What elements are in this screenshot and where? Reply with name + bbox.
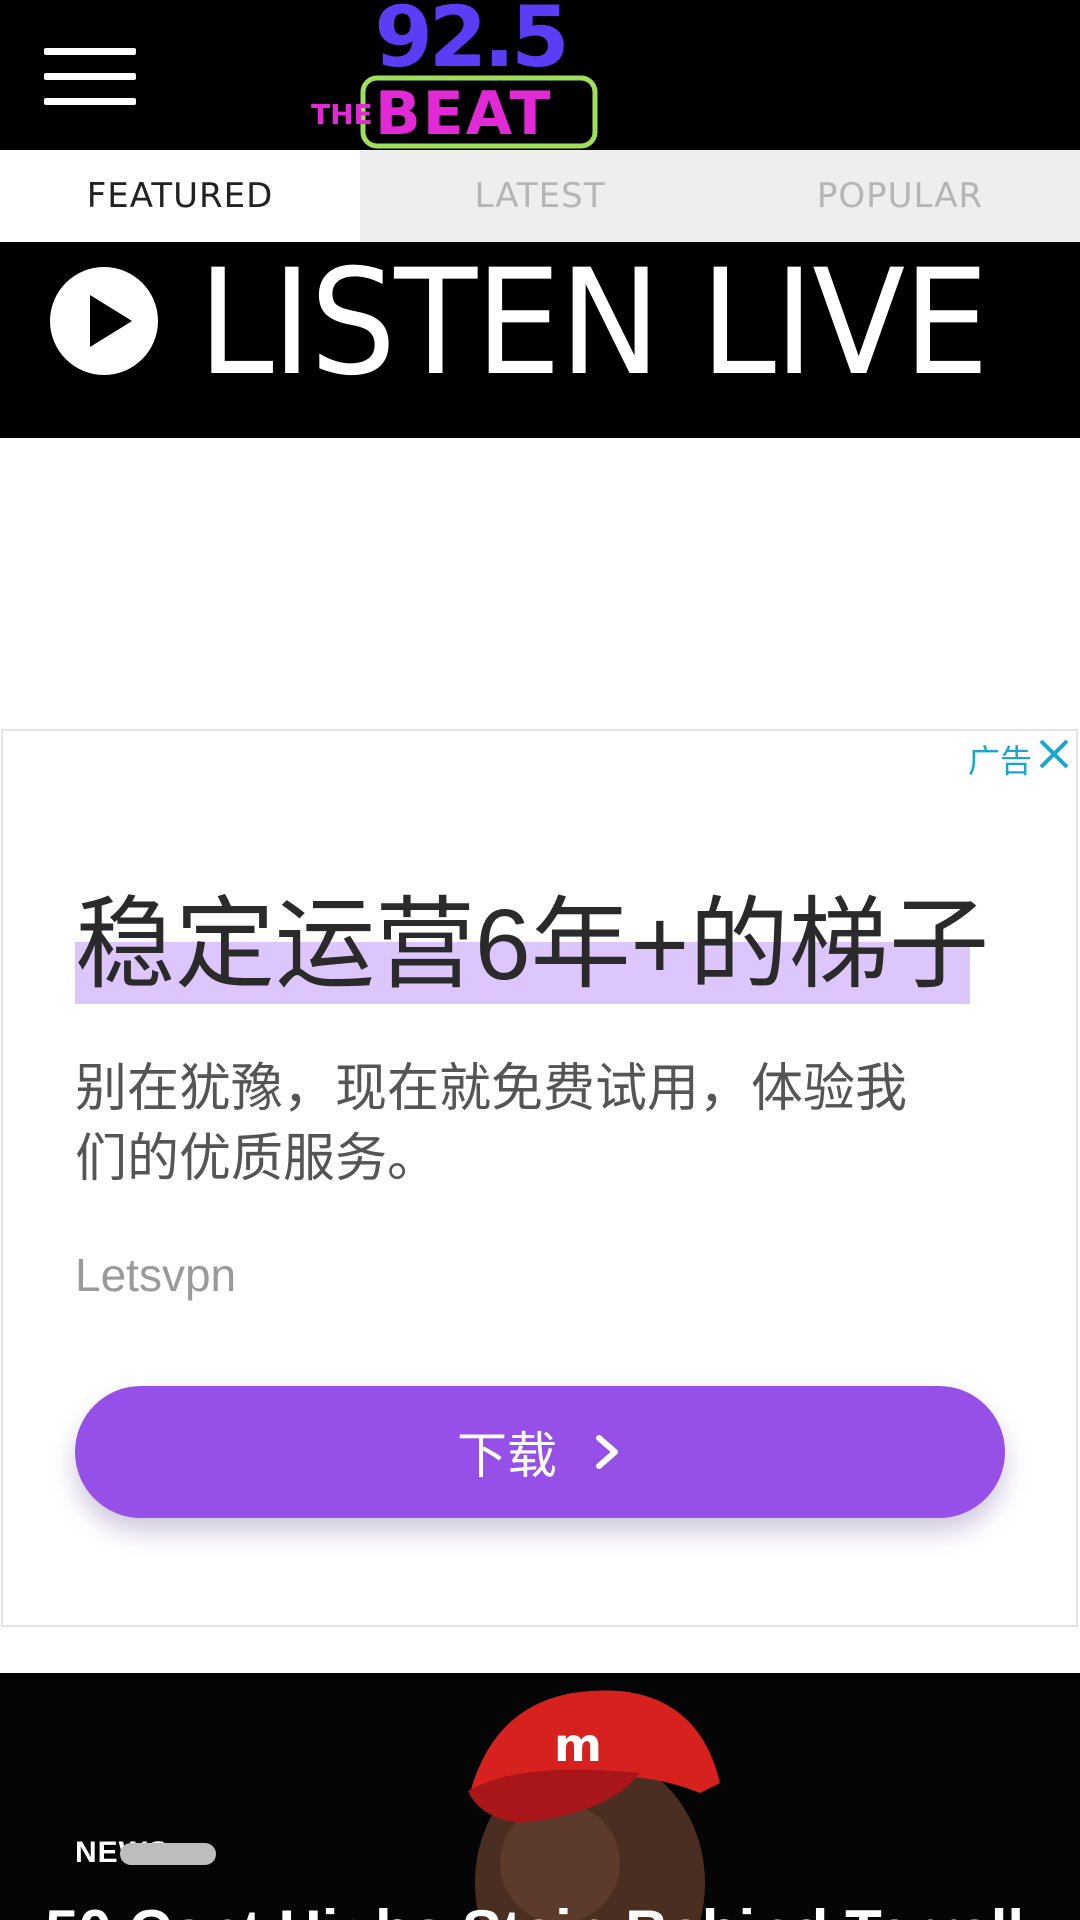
logo-number: 92.5	[374, 0, 565, 86]
hamburger-menu-icon[interactable]	[44, 48, 136, 106]
ad-button-label: 下载	[457, 1428, 557, 1484]
ad-body-text: 别在犹豫，现在就免费试用，体验我们的优质服务。	[75, 1060, 908, 1188]
listen-live-label[interactable]: LISTEN LIVE	[198, 248, 989, 398]
logo-the: THE	[311, 98, 373, 131]
section-tabs: FEATURED LATEST POPULAR	[0, 150, 1080, 242]
article-hero[interactable]: m	[0, 1673, 1080, 1920]
svg-text:m: m	[554, 1718, 602, 1772]
category-overlay-pill	[120, 1843, 216, 1865]
article-hero-image: m	[0, 1673, 1080, 1920]
play-circle-icon[interactable]	[48, 265, 160, 377]
ad-headline[interactable]: 稳定运营6年+的梯子	[75, 885, 989, 1005]
ad-download-button[interactable]: 下载	[75, 1386, 1005, 1518]
app-header: 92.5 THE BEAT	[0, 0, 1080, 150]
tab-popular[interactable]: POPULAR	[720, 150, 1080, 242]
station-logo[interactable]: 92.5 THE BEAT	[305, 0, 635, 150]
chevron-right-icon	[596, 1435, 618, 1469]
logo-beat: BEAT	[375, 79, 552, 149]
article-title[interactable]: 50 Cent Highs Stain Behind Terrell	[45, 1892, 1045, 1920]
tab-latest[interactable]: LATEST	[360, 150, 720, 242]
ad-label: 广告	[967, 743, 1032, 779]
tab-featured[interactable]: FEATURED	[0, 150, 360, 242]
ad-brand-name: Letsvpn	[75, 1249, 237, 1301]
close-icon[interactable]	[1038, 738, 1070, 770]
